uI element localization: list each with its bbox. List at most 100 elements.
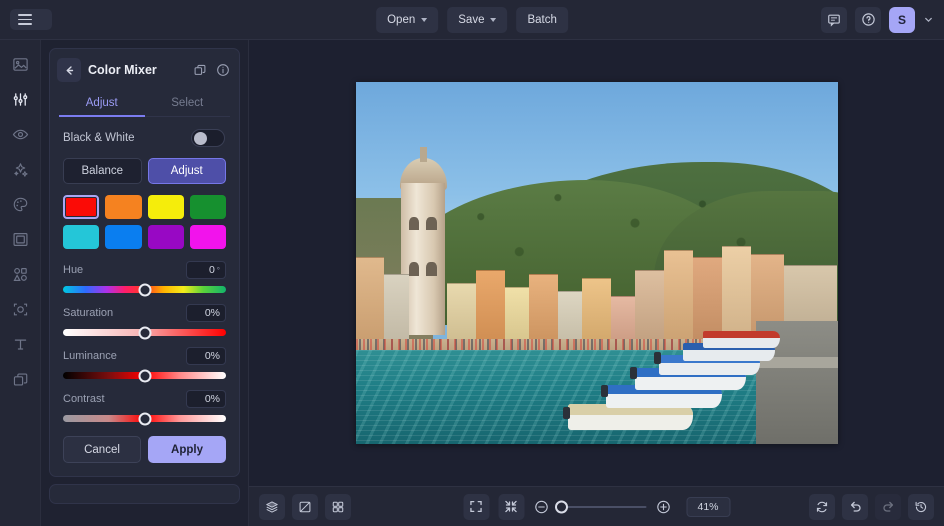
slider-hue-knob[interactable] (138, 283, 151, 296)
slider-hue-value[interactable]: 0 ° (186, 261, 226, 279)
zoom-controls: 41% (463, 494, 730, 520)
hamburger-icon (18, 14, 32, 25)
tab-select[interactable]: Select (145, 90, 231, 117)
chevron-down-icon[interactable] (923, 14, 934, 25)
zoom-out-icon[interactable] (533, 499, 549, 515)
rail-item-effects[interactable] (6, 155, 34, 183)
history-tools (809, 494, 934, 520)
slider-saturation-header: Saturation 0% (63, 304, 226, 322)
slider-hue-header: Hue 0 ° (63, 261, 226, 279)
slider-saturation-knob[interactable] (138, 326, 151, 339)
slider-contrast-value[interactable]: 0% (186, 390, 226, 408)
rail-item-color[interactable] (6, 190, 34, 218)
zoom-slider-knob[interactable] (555, 500, 568, 513)
zoom-slider[interactable] (558, 506, 646, 508)
avatar[interactable]: S (889, 7, 915, 33)
redo-icon[interactable] (875, 494, 901, 520)
info-circle-icon[interactable] (216, 63, 230, 77)
toggle-knob (194, 132, 207, 145)
open-button[interactable]: Open (376, 7, 438, 33)
color-swatch-grid (50, 184, 239, 261)
editor-body: Color Mixer (0, 40, 944, 526)
slider-luminance-knob[interactable] (138, 369, 151, 382)
slider-hue: Hue 0 ° (50, 261, 239, 304)
rail-item-image[interactable] (6, 50, 34, 78)
slider-hue-unit: ° (217, 266, 220, 275)
tool-rail (0, 40, 41, 526)
black-white-toggle[interactable] (191, 129, 225, 147)
reset-icon[interactable] (809, 494, 835, 520)
canvas-area: 41% (249, 40, 944, 526)
undo-icon[interactable] (842, 494, 868, 520)
rail-item-preview[interactable] (6, 120, 34, 148)
mode-segmented-control: Balance Adjust (50, 158, 239, 184)
swatch-yellow[interactable] (148, 195, 184, 219)
view-tools (259, 494, 351, 520)
photo-outboard-motor (630, 367, 637, 379)
slider-hue-label: Hue (63, 264, 83, 276)
slider-saturation-value[interactable]: 0% (186, 304, 226, 322)
app-menu-button[interactable] (10, 9, 52, 30)
rail-item-frame[interactable] (6, 225, 34, 253)
zoom-in-icon[interactable] (655, 499, 671, 515)
swatch-orange[interactable] (105, 195, 141, 219)
slider-saturation-track[interactable] (63, 329, 226, 336)
rail-item-adjust[interactable] (6, 85, 34, 113)
slider-luminance-header: Luminance 0% (63, 347, 226, 365)
tab-adjust[interactable]: Adjust (59, 90, 145, 117)
batch-button[interactable]: Batch (516, 7, 567, 33)
photo-building (635, 270, 664, 350)
compare-icon[interactable] (292, 494, 318, 520)
next-panel-card[interactable] (49, 484, 240, 504)
grid-icon[interactable] (325, 494, 351, 520)
photo-boat (703, 331, 780, 348)
color-mixer-card: Color Mixer (49, 48, 240, 477)
rail-item-retouch[interactable] (6, 295, 34, 323)
slider-contrast: Contrast 0% (50, 390, 239, 433)
history-icon[interactable] (908, 494, 934, 520)
photo-tower-window (426, 217, 436, 231)
swatch-red[interactable] (63, 195, 99, 219)
properties-panel: Color Mixer (41, 40, 249, 526)
photo-building (356, 257, 385, 350)
slider-hue-number: 0 (209, 264, 215, 276)
cancel-button[interactable]: Cancel (63, 436, 141, 463)
slider-luminance-track[interactable] (63, 372, 226, 379)
photo-boat (568, 404, 693, 429)
rail-item-layers[interactable] (6, 365, 34, 393)
zoom-level-value[interactable]: 41% (686, 497, 730, 517)
rail-item-shapes[interactable] (6, 260, 34, 288)
photo-outboard-motor (601, 385, 608, 397)
apply-button[interactable]: Apply (148, 436, 226, 463)
help-circle-icon[interactable] (855, 7, 881, 33)
comment-icon[interactable] (821, 7, 847, 33)
swatch-purple[interactable] (148, 225, 184, 249)
segment-adjust[interactable]: Adjust (148, 158, 227, 184)
batch-label: Batch (527, 14, 556, 26)
photo-canvas[interactable] (356, 82, 838, 444)
slider-contrast-header: Contrast 0% (63, 390, 226, 408)
bottom-bar: 41% (249, 486, 944, 526)
photo-outboard-motor (563, 407, 570, 419)
slider-luminance: Luminance 0% (50, 347, 239, 390)
shrink-to-fit-icon[interactable] (498, 494, 524, 520)
segment-balance[interactable]: Balance (63, 158, 142, 184)
swatch-cyan[interactable] (63, 225, 99, 249)
swatch-blue[interactable] (105, 225, 141, 249)
chevron-down-icon (490, 18, 496, 22)
canvas-stage[interactable] (249, 40, 944, 486)
swatch-magenta[interactable] (190, 225, 226, 249)
slider-contrast-knob[interactable] (138, 412, 151, 425)
slider-contrast-track[interactable] (63, 415, 226, 422)
rail-item-text[interactable] (6, 330, 34, 358)
save-button[interactable]: Save (447, 7, 507, 33)
arrow-left-icon[interactable] (57, 58, 81, 82)
fit-screen-icon[interactable] (463, 494, 489, 520)
layers-stack-icon[interactable] (259, 494, 285, 520)
chevron-down-icon (421, 18, 427, 22)
duplicate-icon[interactable] (193, 63, 207, 77)
slider-luminance-value[interactable]: 0% (186, 347, 226, 365)
panel-actions: Cancel Apply (50, 433, 239, 476)
slider-hue-track[interactable] (63, 286, 226, 293)
swatch-green[interactable] (190, 195, 226, 219)
